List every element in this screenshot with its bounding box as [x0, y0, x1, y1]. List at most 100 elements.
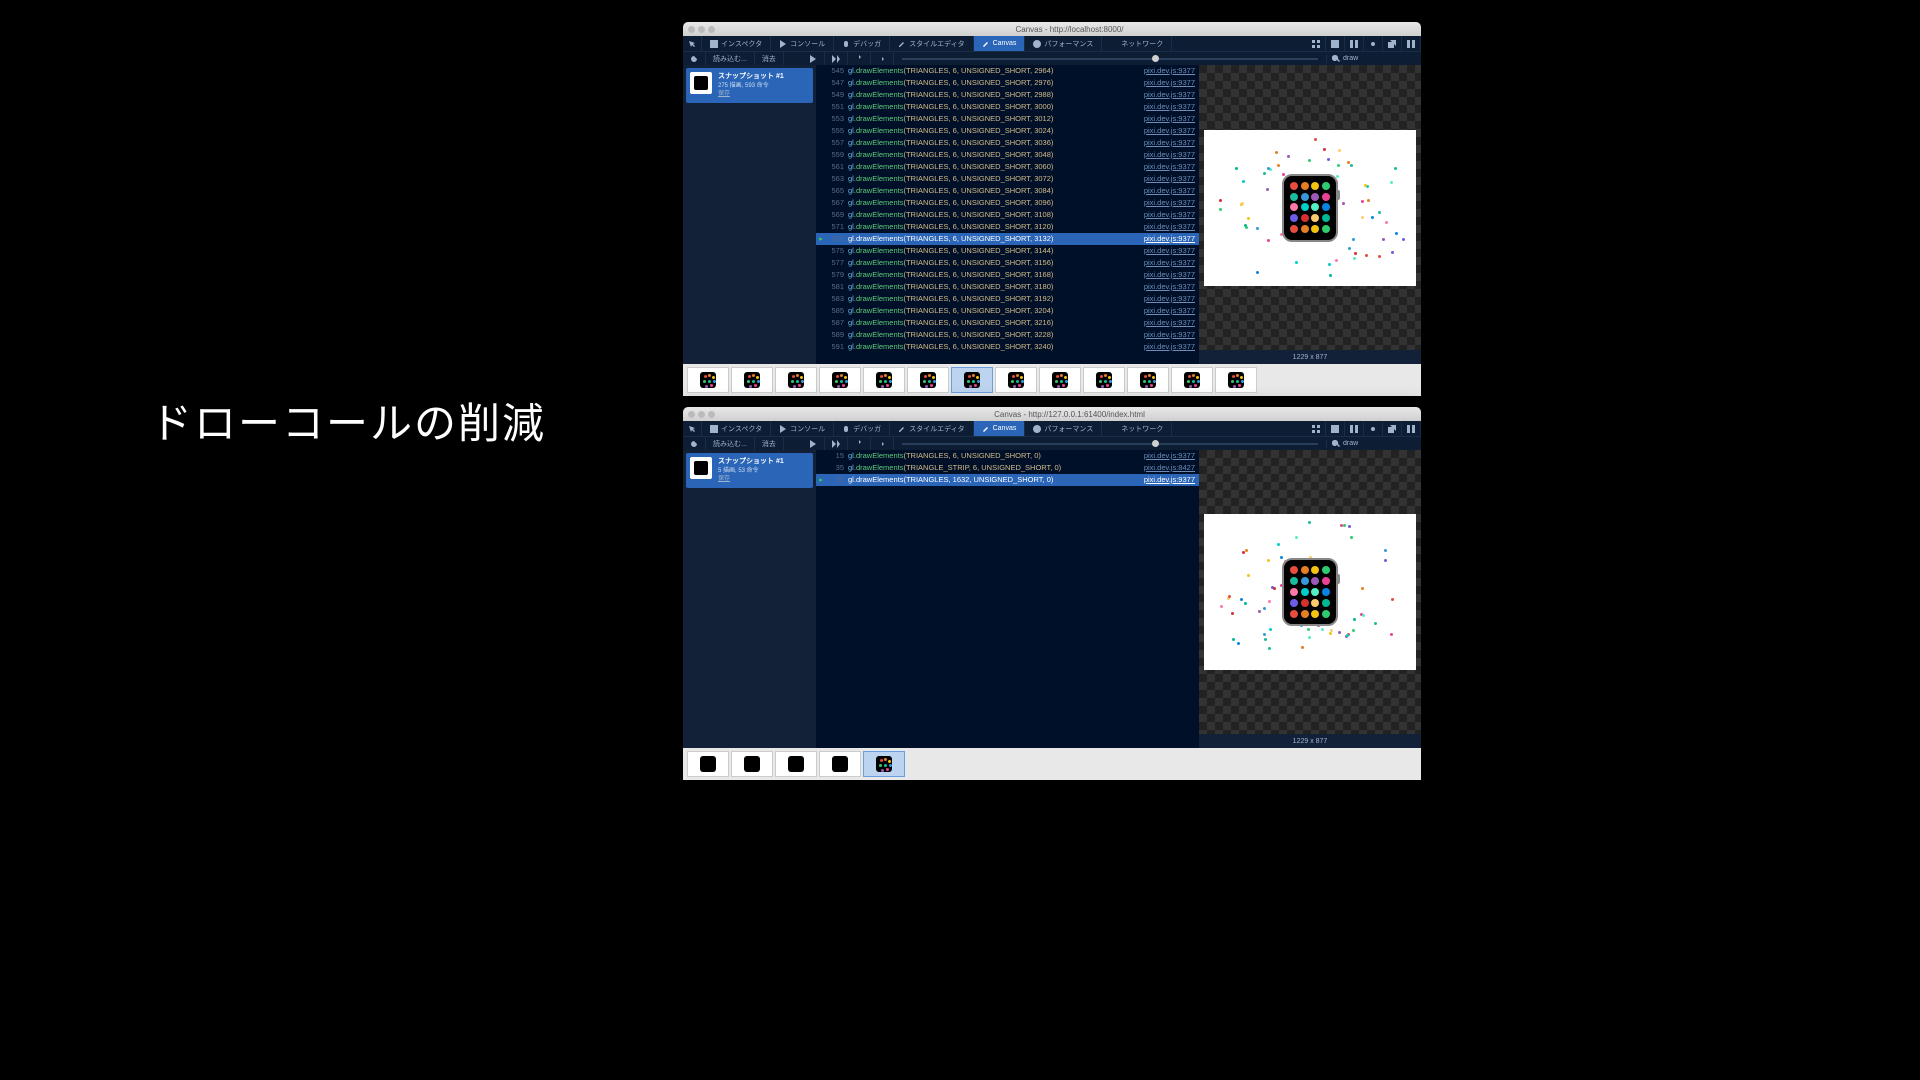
step-in-button[interactable] [848, 52, 871, 65]
film-frame[interactable] [731, 751, 773, 777]
toolbox-btn-2[interactable] [1326, 36, 1345, 51]
call-row[interactable]: 553 gl.drawElements(TRIANGLES, 6, UNSIGN… [816, 113, 1199, 125]
toolbox-popout[interactable] [1383, 36, 1402, 51]
tab-network[interactable]: ネットワーク [1102, 421, 1172, 436]
call-row[interactable]: 575 gl.drawElements(TRIANGLES, 6, UNSIGN… [816, 245, 1199, 257]
call-row[interactable]: 591 gl.drawElements(TRIANGLES, 6, UNSIGN… [816, 341, 1199, 353]
tab-canvas[interactable]: Canvas [974, 36, 1026, 51]
tab-picker[interactable] [683, 421, 702, 436]
call-row[interactable]: ▸ 573 gl.drawElements(TRIANGLES, 6, UNSI… [816, 233, 1199, 245]
call-row[interactable]: 583 gl.drawElements(TRIANGLES, 6, UNSIGN… [816, 293, 1199, 305]
call-slider[interactable] [894, 443, 1326, 445]
record-button[interactable] [683, 52, 706, 65]
film-frame[interactable] [1215, 367, 1257, 393]
toolbox-settings[interactable] [1364, 36, 1383, 51]
tab-performance[interactable]: パフォーマンス [1025, 36, 1102, 51]
tab-debugger[interactable]: デバッガ [834, 421, 890, 436]
tab-inspector[interactable]: インスペクタ [702, 421, 771, 436]
call-row[interactable]: 555 gl.drawElements(TRIANGLES, 6, UNSIGN… [816, 125, 1199, 137]
call-row[interactable]: 577 gl.drawElements(TRIANGLES, 6, UNSIGN… [816, 257, 1199, 269]
tab-canvas[interactable]: Canvas [974, 421, 1026, 436]
toolbox-btn-3[interactable] [1345, 421, 1364, 436]
call-row[interactable]: 551 gl.drawElements(TRIANGLES, 6, UNSIGN… [816, 101, 1199, 113]
traffic-lights[interactable] [688, 411, 715, 418]
call-row[interactable]: 559 gl.drawElements(TRIANGLES, 6, UNSIGN… [816, 149, 1199, 161]
call-row[interactable]: 589 gl.drawElements(TRIANGLES, 6, UNSIGN… [816, 329, 1199, 341]
step-out-button[interactable] [871, 52, 894, 65]
import-button[interactable]: 読み込む... [706, 437, 755, 450]
call-slider[interactable] [894, 58, 1326, 60]
tab-styleeditor[interactable]: スタイルエディタ [890, 421, 974, 436]
step-over-button[interactable] [825, 52, 848, 65]
call-row[interactable]: 587 gl.drawElements(TRIANGLES, 6, UNSIGN… [816, 317, 1199, 329]
tab-styleeditor[interactable]: スタイルエディタ [890, 36, 974, 51]
film-frame[interactable] [1083, 367, 1125, 393]
call-row[interactable]: 581 gl.drawElements(TRIANGLES, 6, UNSIGN… [816, 281, 1199, 293]
import-button[interactable]: 読み込む... [706, 52, 755, 65]
calls-list[interactable]: 15 gl.drawElements(TRIANGLES, 6, UNSIGNE… [816, 450, 1199, 748]
tab-network[interactable]: ネットワーク [1102, 36, 1172, 51]
call-row[interactable]: 567 gl.drawElements(TRIANGLES, 6, UNSIGN… [816, 197, 1199, 209]
film-frame[interactable] [731, 367, 773, 393]
calls-list[interactable]: 545 gl.drawElements(TRIANGLES, 6, UNSIGN… [816, 65, 1199, 364]
tab-debugger[interactable]: デバッガ [834, 36, 890, 51]
tab-picker[interactable] [683, 36, 702, 51]
film-frame[interactable] [775, 367, 817, 393]
call-row[interactable]: 569 gl.drawElements(TRIANGLES, 6, UNSIGN… [816, 209, 1199, 221]
call-row[interactable]: 585 gl.drawElements(TRIANGLES, 6, UNSIGN… [816, 305, 1199, 317]
toolbox-close[interactable] [1402, 36, 1421, 51]
search-input[interactable] [1343, 440, 1413, 447]
toolbox-btn-2[interactable] [1326, 421, 1345, 436]
search-box[interactable] [1326, 55, 1421, 63]
call-row[interactable]: ▸ 51 gl.drawElements(TRIANGLES, 1632, UN… [816, 474, 1199, 486]
call-row[interactable]: 561 gl.drawElements(TRIANGLES, 6, UNSIGN… [816, 161, 1199, 173]
step-in-button[interactable] [848, 437, 871, 450]
film-frame[interactable] [1127, 367, 1169, 393]
tab-console[interactable]: コンソール [771, 421, 834, 436]
step-over-button[interactable] [825, 437, 848, 450]
film-frame[interactable] [951, 367, 993, 393]
film-frame[interactable] [863, 367, 905, 393]
film-frame[interactable] [687, 751, 729, 777]
snapshot-item[interactable]: スナップショット #1 275 描画, 593 命令 保存 [686, 68, 813, 103]
tab-performance[interactable]: パフォーマンス [1025, 421, 1102, 436]
film-frame[interactable] [995, 367, 1037, 393]
film-frame[interactable] [687, 367, 729, 393]
search-box[interactable] [1326, 440, 1421, 448]
snapshot-item[interactable]: スナップショット #1 5 描画, 53 命令 保存 [686, 453, 813, 488]
toolbox-settings[interactable] [1364, 421, 1383, 436]
toolbox-btn-3[interactable] [1345, 36, 1364, 51]
film-frame[interactable] [863, 751, 905, 777]
call-row[interactable]: 563 gl.drawElements(TRIANGLES, 6, UNSIGN… [816, 173, 1199, 185]
call-row[interactable]: 579 gl.drawElements(TRIANGLES, 6, UNSIGN… [816, 269, 1199, 281]
search-input[interactable] [1343, 55, 1413, 62]
film-frame[interactable] [775, 751, 817, 777]
toolbox-btn-1[interactable] [1307, 421, 1326, 436]
play-button[interactable] [802, 437, 825, 450]
traffic-lights[interactable] [688, 26, 715, 33]
call-row[interactable]: 565 gl.drawElements(TRIANGLES, 6, UNSIGN… [816, 185, 1199, 197]
clear-button[interactable]: 消去 [755, 52, 784, 65]
call-row[interactable]: 549 gl.drawElements(TRIANGLES, 6, UNSIGN… [816, 89, 1199, 101]
call-row[interactable]: 15 gl.drawElements(TRIANGLES, 6, UNSIGNE… [816, 450, 1199, 462]
snapshot-save-link[interactable]: 保存 [718, 475, 784, 483]
toolbox-popout[interactable] [1383, 421, 1402, 436]
call-row[interactable]: 571 gl.drawElements(TRIANGLES, 6, UNSIGN… [816, 221, 1199, 233]
film-frame[interactable] [819, 751, 861, 777]
toolbox-close[interactable] [1402, 421, 1421, 436]
tab-console[interactable]: コンソール [771, 36, 834, 51]
snapshot-save-link[interactable]: 保存 [718, 90, 784, 98]
tab-inspector[interactable]: インスペクタ [702, 36, 771, 51]
film-frame[interactable] [907, 367, 949, 393]
film-frame[interactable] [819, 367, 861, 393]
film-frame[interactable] [1039, 367, 1081, 393]
record-button[interactable] [683, 437, 706, 450]
call-row[interactable]: 35 gl.drawElements(TRIANGLE_STRIP, 6, UN… [816, 462, 1199, 474]
clear-button[interactable]: 消去 [755, 437, 784, 450]
play-button[interactable] [802, 52, 825, 65]
call-row[interactable]: 545 gl.drawElements(TRIANGLES, 6, UNSIGN… [816, 65, 1199, 77]
call-row[interactable]: 557 gl.drawElements(TRIANGLES, 6, UNSIGN… [816, 137, 1199, 149]
film-frame[interactable] [1171, 367, 1213, 393]
step-out-button[interactable] [871, 437, 894, 450]
call-row[interactable]: 547 gl.drawElements(TRIANGLES, 6, UNSIGN… [816, 77, 1199, 89]
